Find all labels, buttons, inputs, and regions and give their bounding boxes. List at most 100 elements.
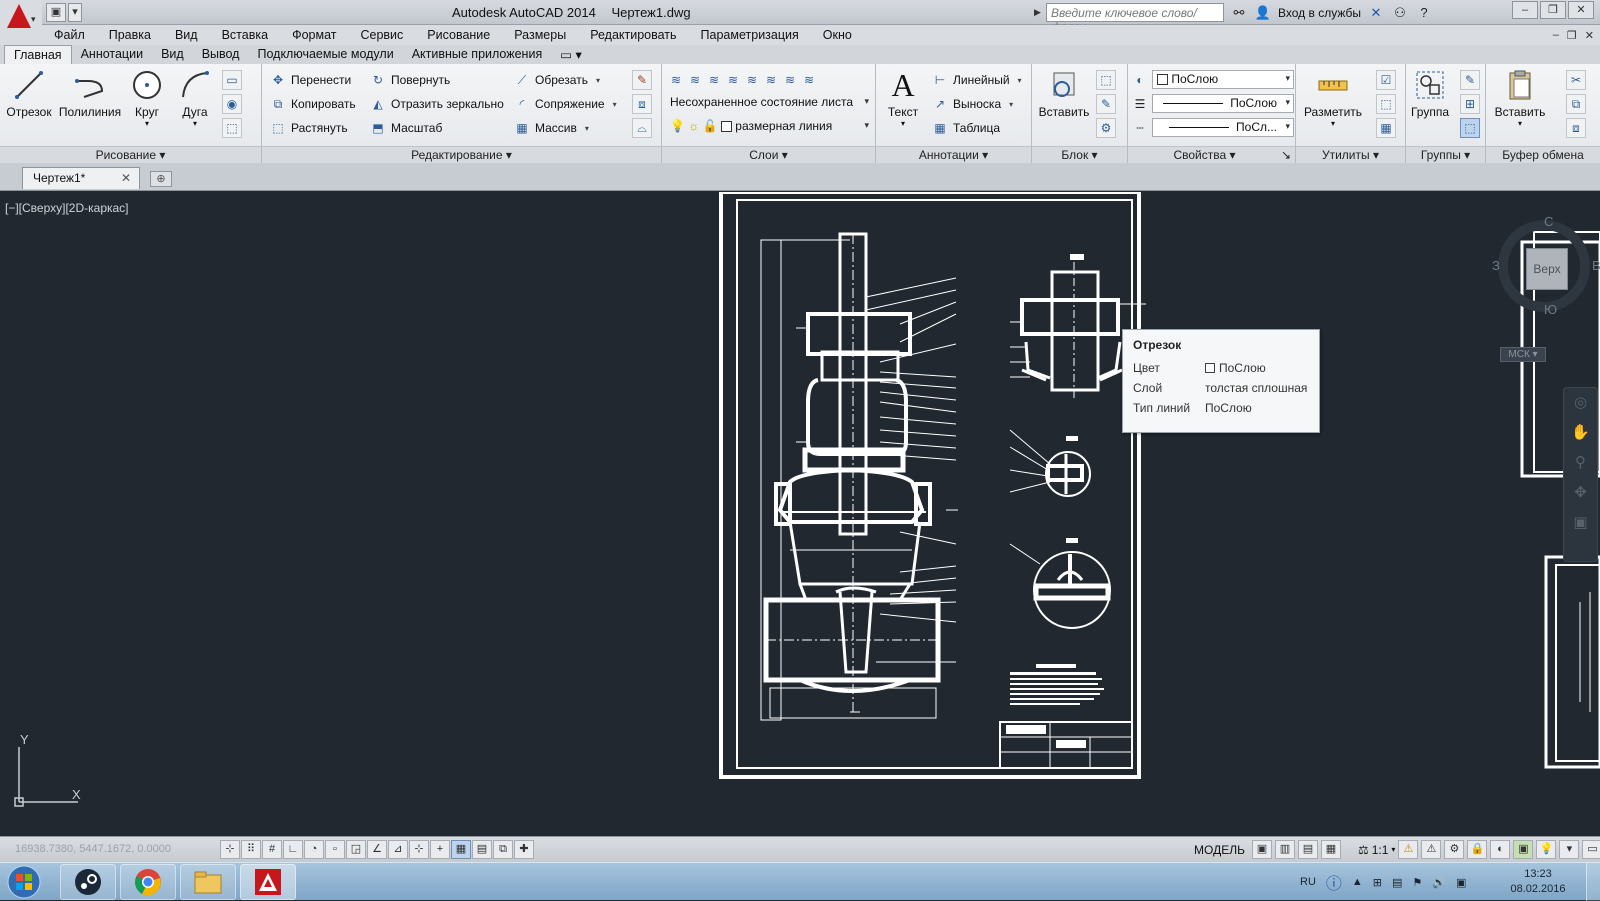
- menu-draw[interactable]: Рисование: [415, 28, 502, 42]
- doc-tab-drawing1[interactable]: Чертеж1* ✕: [22, 167, 140, 189]
- tray-network-icon[interactable]: ▤: [1392, 876, 1402, 889]
- trim-button[interactable]: ⟋ Обрезать ▾: [514, 70, 600, 90]
- orbit-icon[interactable]: ✥: [1564, 478, 1597, 508]
- tray-windows-icon[interactable]: ⊞: [1373, 876, 1382, 889]
- osnap-icon[interactable]: ▫: [325, 840, 345, 859]
- viewcube[interactable]: Верх С Ю З В: [1488, 214, 1600, 324]
- doc-restore-icon[interactable]: ❐: [1567, 29, 1577, 42]
- showmotion-icon[interactable]: ▣: [1564, 508, 1597, 538]
- new-tab-button[interactable]: ⊕: [150, 171, 172, 187]
- tab-plugins[interactable]: Подключаемые модули: [248, 45, 402, 64]
- copy-clip-icon[interactable]: ⧉: [1566, 94, 1586, 114]
- color-dropdown[interactable]: ПоСлою ▾: [1152, 70, 1294, 89]
- doc-close-icon[interactable]: ✕: [1585, 29, 1594, 42]
- search-input[interactable]: Введите ключевое слово/фразу: [1046, 3, 1224, 34]
- volume-icon[interactable]: 🔊: [1432, 876, 1446, 889]
- layer-isolate-icon[interactable]: ≋: [725, 72, 741, 88]
- array-button[interactable]: ▦ Массив ▾: [514, 118, 589, 138]
- ungroup-icon[interactable]: ✎: [1460, 70, 1480, 90]
- lock-ui-icon[interactable]: 🔒: [1467, 840, 1488, 859]
- annotation-visibility-icon[interactable]: ⚠: [1398, 840, 1419, 859]
- quick-properties-icon[interactable]: ▤: [472, 840, 492, 859]
- ucs-menu-button[interactable]: МСК ▾: [1500, 347, 1546, 362]
- transparency-icon[interactable]: ▦: [451, 840, 471, 859]
- copy-button[interactable]: ⧉ Копировать: [270, 94, 356, 114]
- annotation-monitor-icon[interactable]: ✚: [514, 840, 534, 859]
- group-button[interactable]: Группа: [1406, 68, 1454, 119]
- menu-window[interactable]: Окно: [811, 28, 864, 42]
- chevron-down-icon[interactable]: ▾: [1391, 845, 1395, 854]
- dyn-icon[interactable]: ⊹: [409, 840, 429, 859]
- restore-icon[interactable]: ❐: [1540, 1, 1566, 19]
- edit-attributes-icon[interactable]: ⚙: [1096, 118, 1116, 138]
- menu-edit[interactable]: Правка: [97, 28, 163, 42]
- create-block-icon[interactable]: ⬚: [1096, 70, 1116, 90]
- ducs-icon[interactable]: ⊿: [388, 840, 408, 859]
- 3d-osnap-icon[interactable]: ◲: [346, 840, 366, 859]
- status-menu-icon[interactable]: ▾: [1559, 840, 1580, 859]
- measure-button[interactable]: Разметить ▾: [1298, 68, 1368, 128]
- exchange-icon[interactable]: ✕: [1367, 4, 1385, 22]
- menu-view[interactable]: Вид: [163, 28, 210, 42]
- community-icon[interactable]: ⚇: [1391, 4, 1409, 22]
- save-icon[interactable]: ▣: [46, 3, 66, 22]
- group-select-icon[interactable]: ⬚: [1460, 118, 1480, 138]
- taskbar-explorer[interactable]: [180, 864, 236, 900]
- panel-block-title[interactable]: Блок ▾: [1032, 146, 1127, 163]
- layer-off-icon[interactable]: ≋: [706, 72, 722, 88]
- tab-output[interactable]: Вывод: [193, 45, 249, 64]
- infer-constraints-icon[interactable]: ⊹: [220, 840, 240, 859]
- panel-annotation-title[interactable]: Аннотации ▾: [876, 146, 1031, 163]
- select-all-icon[interactable]: ⬚: [1376, 94, 1396, 114]
- explode-icon[interactable]: ⧈: [632, 94, 652, 114]
- zoom-icon[interactable]: ⚲: [1564, 448, 1597, 478]
- tray-app-icon[interactable]: ▣: [1456, 876, 1466, 889]
- application-menu-button[interactable]: ▾: [0, 0, 42, 45]
- leader-button[interactable]: ↗ Выноска ▾: [932, 94, 1013, 114]
- layer-freeze-icon[interactable]: ≋: [744, 72, 760, 88]
- minimize-icon[interactable]: –: [1512, 1, 1538, 19]
- tab-online[interactable]: Активные приложения: [403, 45, 552, 64]
- taskbar-steam[interactable]: [60, 864, 116, 900]
- snap-icon[interactable]: ⠿: [241, 840, 261, 859]
- menu-parametric[interactable]: Параметризация: [689, 28, 811, 42]
- language-indicator[interactable]: RU: [1300, 876, 1316, 888]
- auto-scale-icon[interactable]: ⚠: [1421, 840, 1442, 859]
- action-center-flag-icon[interactable]: ⚑: [1412, 876, 1422, 889]
- paste-button[interactable]: Вставить ▾: [1488, 68, 1552, 128]
- menu-insert[interactable]: Вставка: [210, 28, 280, 42]
- login-link[interactable]: Вход в службы: [1278, 6, 1361, 20]
- line-button[interactable]: Отрезок: [2, 68, 56, 119]
- tab-annotate[interactable]: Аннотации: [72, 45, 152, 64]
- binoculars-icon[interactable]: ⚯: [1230, 4, 1248, 22]
- stretch-button[interactable]: ⬚ Растянуть: [270, 118, 347, 138]
- doc-minimize-icon[interactable]: –: [1553, 29, 1559, 41]
- rectangle-icon[interactable]: ▭: [222, 70, 242, 90]
- menu-modify[interactable]: Редактировать: [578, 28, 688, 42]
- rotate-button[interactable]: ↻ Повернуть: [370, 70, 450, 90]
- tab-view[interactable]: Вид: [152, 45, 193, 64]
- viewcube-top-face[interactable]: Верх: [1526, 248, 1568, 290]
- drawing-area[interactable]: [−][Сверху][2D-каркас] Верх С Ю З В МСК …: [0, 192, 1600, 836]
- layer-match-icon[interactable]: ≋: [782, 72, 798, 88]
- tab-home[interactable]: Главная: [4, 45, 72, 64]
- erase-icon[interactable]: ✎: [632, 70, 652, 90]
- panel-draw-title[interactable]: Рисование ▾: [0, 146, 261, 163]
- clean-screen-icon[interactable]: ▭: [1582, 840, 1600, 859]
- layer-dropdown[interactable]: 💡 ☼ 🔓 размерная линия ▾: [666, 118, 872, 137]
- ribbon-minimize-icon[interactable]: ▭ ▾: [551, 45, 591, 64]
- circle-button[interactable]: Круг ▾: [122, 68, 172, 128]
- polyline-button[interactable]: Полилиния: [58, 68, 122, 119]
- group-edit-icon[interactable]: ⊞: [1460, 94, 1480, 114]
- lineweight-toggle-icon[interactable]: +: [430, 840, 450, 859]
- grid-icon[interactable]: #: [262, 840, 282, 859]
- fillet-button[interactable]: ◜ Сопряжение ▾: [514, 94, 617, 114]
- close-icon[interactable]: ✕: [121, 171, 131, 185]
- move-button[interactable]: ✥ Перенести: [270, 70, 351, 90]
- clock[interactable]: 13:23 08.02.2016: [1508, 867, 1568, 897]
- start-button[interactable]: [4, 864, 44, 900]
- close-icon[interactable]: ✕: [1568, 1, 1594, 19]
- panel-clipboard-title[interactable]: Буфер обмена: [1486, 146, 1600, 163]
- text-button[interactable]: A Текст ▾: [878, 67, 928, 129]
- panel-utilities-title[interactable]: Утилиты ▾: [1296, 146, 1405, 163]
